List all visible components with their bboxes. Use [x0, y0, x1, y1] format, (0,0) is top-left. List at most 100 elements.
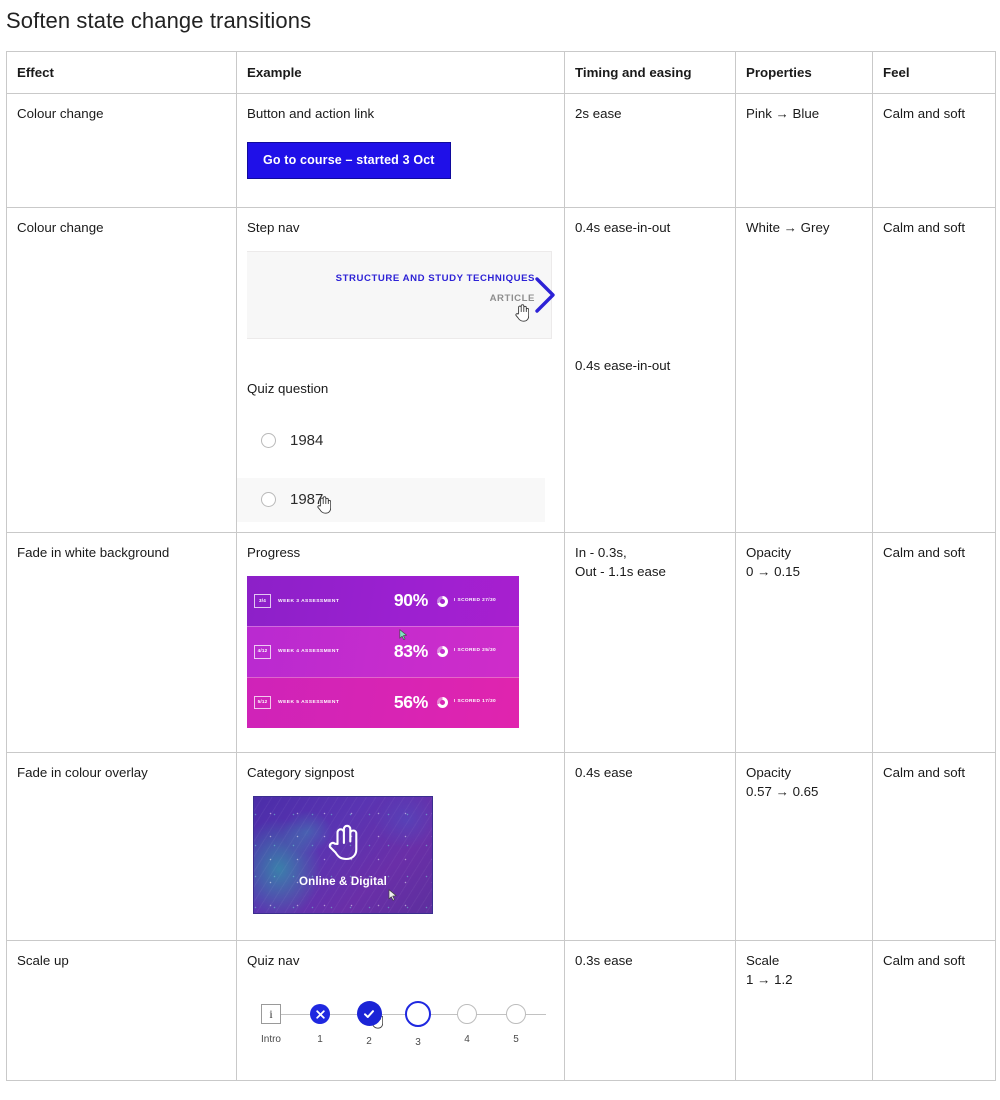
cell-feel: Calm and soft — [872, 93, 996, 209]
score-ring-icon — [437, 595, 448, 607]
page-root: Soften state change transitions Effect E… — [0, 0, 1000, 1100]
step-label: 5 — [513, 1034, 519, 1046]
cell-feel: Calm and soft — [872, 531, 996, 753]
empty-step-circle — [457, 1004, 477, 1025]
cell-timing: In - 0.3s, Out - 1.1s ease — [564, 531, 736, 753]
table-row: Colour change Button and action link Go … — [6, 93, 996, 209]
arrow-cursor-icon — [388, 887, 398, 906]
quiz-nav-step-4[interactable]: 4 — [447, 990, 487, 1048]
quiz-option[interactable]: 1987 — [237, 477, 545, 522]
quiz-nav-step-1[interactable]: 1 — [300, 990, 340, 1048]
cross-icon — [310, 1004, 330, 1025]
progress-badge: 5/12 — [254, 695, 271, 710]
properties-label: Opacity — [746, 764, 792, 780]
radio-button-icon[interactable] — [261, 492, 276, 508]
table-row: Scale up Quiz nav i Intro 1 2 3 4 5 0.3s… — [6, 940, 996, 1082]
example-label-2: Quiz question — [247, 381, 329, 397]
cell-properties: White → Grey — [735, 207, 873, 533]
radio-button-icon[interactable] — [261, 433, 276, 449]
pointer-hand-cursor-icon — [514, 304, 530, 322]
step-nav-text: STRUCTURE AND STUDY TECHNIQUES ARTICLE — [336, 274, 535, 305]
step-nav-kind: ARTICLE — [489, 292, 535, 304]
quiz-option[interactable]: 1984 — [237, 419, 545, 463]
progress-percent: 83% — [393, 640, 428, 661]
cell-properties: Opacity 0 → 0.15 — [735, 531, 873, 753]
chevron-right-icon — [533, 276, 559, 319]
page-title: Soften state change transitions — [6, 8, 312, 33]
cell-timing: 0.4s ease-in-out 0.4s ease-in-out — [564, 207, 736, 533]
step-label: 1 — [317, 1034, 323, 1046]
cell-effect: Fade in colour overlay — [6, 751, 237, 942]
quiz-nav-step-3[interactable]: 3 — [398, 990, 438, 1051]
quiz-nav-step-intro[interactable]: i Intro — [251, 990, 291, 1048]
check-icon — [356, 1001, 382, 1027]
table-header-row: Effect Example Timing and easing Propert… — [6, 50, 996, 95]
empty-step-circle — [506, 1004, 526, 1025]
example-label: Step nav — [247, 220, 300, 236]
step-label: 2 — [366, 1036, 372, 1048]
score-ring-icon — [437, 696, 448, 708]
progress-row[interactable]: 4/12 WEEK 4 ASSESSMENT 83% I SCORED 25/3… — [247, 626, 519, 678]
progress-score-group: I SCORED 17/30 — [437, 696, 513, 708]
example-label: Category signpost — [247, 764, 355, 780]
cell-timing: 2s ease — [564, 93, 736, 209]
cell-feel: Calm and soft — [872, 751, 996, 942]
score-ring-icon — [437, 646, 448, 658]
table-row: Colour change Step nav STRUCTURE AND STU… — [6, 207, 996, 533]
progress-badge: 4/12 — [254, 644, 271, 659]
arrow-cursor-icon — [399, 626, 408, 645]
cell-effect: Scale up — [6, 940, 237, 1082]
table-row: Fade in white background Progress 3/4 WE… — [6, 531, 996, 753]
table-row: Fade in colour overlay Category signpost — [6, 751, 996, 942]
progress-score: I SCORED 17/30 — [454, 698, 497, 704]
timing-line-2: Out - 1.1s ease — [575, 563, 666, 579]
example-label: Button and action link — [247, 106, 375, 122]
step-label: 3 — [415, 1037, 421, 1049]
step-label: 4 — [464, 1034, 470, 1046]
cell-feel: Calm and soft — [872, 207, 996, 533]
cell-effect: Colour change — [6, 93, 237, 209]
cell-properties: Scale 1 → 1.2 — [735, 940, 873, 1082]
properties-value: 0.57 → 0.65 — [746, 784, 819, 800]
quiz-option-label: 1984 — [290, 431, 324, 449]
current-step-circle — [405, 1001, 431, 1028]
category-signpost-card[interactable]: Online & Digital — [253, 796, 433, 915]
quiz-nav-step-2[interactable]: 2 — [349, 990, 389, 1050]
quiz-question-demo: Quiz question 1984 1987 — [237, 379, 554, 522]
progress-row[interactable]: 5/12 WEEK 5 ASSESSMENT 56% I SCORED 17/3… — [247, 677, 519, 728]
go-to-course-button[interactable]: Go to course – started 3 Oct — [247, 141, 451, 180]
cell-example: Button and action link Go to course – st… — [236, 93, 565, 209]
cell-properties: Opacity 0.57 → 0.65 — [735, 751, 873, 942]
cell-timing: 0.4s ease — [564, 751, 736, 942]
progress-row[interactable]: 3/4 WEEK 3 ASSESSMENT 90% I SCORED 27/30 — [247, 575, 519, 627]
progress-percent: 90% — [393, 590, 428, 611]
progress-score-group: I SCORED 27/30 — [437, 595, 513, 607]
info-icon: i — [261, 1004, 281, 1025]
column-header-timing: Timing and easing — [564, 50, 736, 95]
cell-timing: 0.3s ease — [564, 940, 736, 1082]
properties-value: 1 → 1.2 — [746, 972, 793, 988]
quiz-option-label: 1987 — [290, 490, 324, 508]
cell-example: Quiz nav i Intro 1 2 3 4 5 — [236, 940, 565, 1082]
step-nav-title: STRUCTURE AND STUDY TECHNIQUES — [335, 273, 535, 285]
transitions-table: Effect Example Timing and easing Propert… — [6, 50, 996, 1082]
progress-card: 3/4 WEEK 3 ASSESSMENT 90% I SCORED 27/30… — [247, 575, 519, 728]
progress-name: WEEK 3 ASSESSMENT — [278, 598, 340, 604]
progress-name: WEEK 5 ASSESSMENT — [278, 699, 340, 705]
progress-score: I SCORED 25/30 — [454, 648, 497, 654]
column-header-example: Example — [236, 50, 565, 95]
properties-label: Scale — [746, 953, 780, 969]
step-nav-panel[interactable]: STRUCTURE AND STUDY TECHNIQUES ARTICLE — [247, 251, 555, 340]
quiz-nav-stepper: i Intro 1 2 3 4 5 — [247, 990, 552, 1050]
cell-example: Step nav STRUCTURE AND STUDY TECHNIQUES … — [236, 207, 565, 533]
progress-score-group: I SCORED 25/30 — [437, 646, 513, 658]
cell-properties: Pink → Blue — [735, 93, 873, 209]
column-header-feel: Feel — [872, 50, 996, 95]
progress-score: I SCORED 27/30 — [454, 597, 497, 603]
quiz-nav-step-5[interactable]: 5 — [496, 990, 536, 1048]
signpost-label: Online & Digital — [299, 874, 387, 888]
cell-feel: Calm and soft — [872, 940, 996, 1082]
timing-value-2: 0.4s ease-in-out — [575, 358, 671, 374]
cell-effect: Fade in white background — [6, 531, 237, 753]
progress-name: WEEK 4 ASSESSMENT — [278, 649, 340, 655]
